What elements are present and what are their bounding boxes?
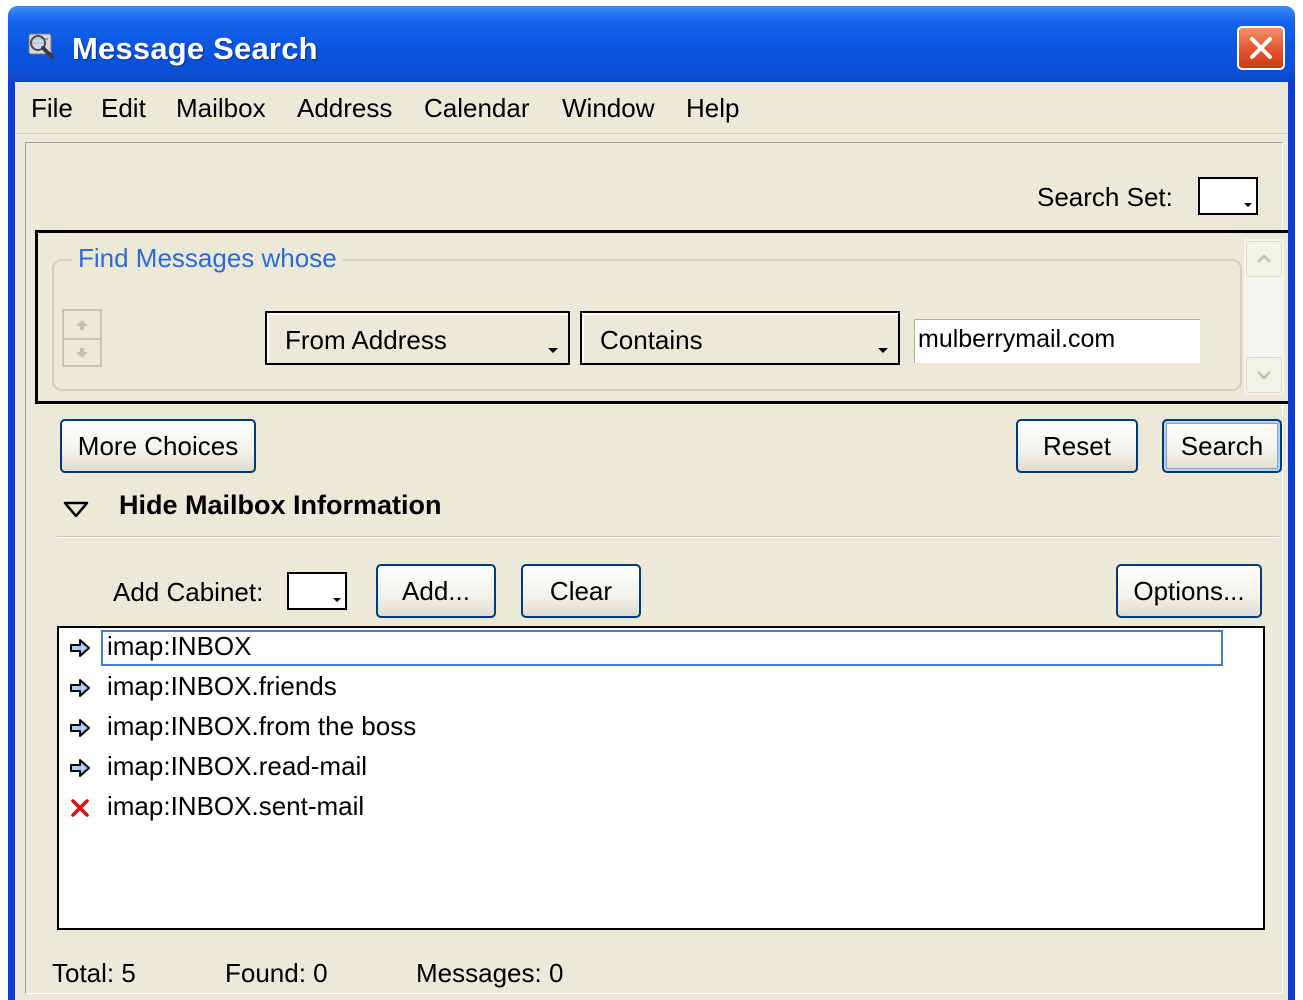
search-set-dropdown[interactable]	[1198, 177, 1258, 215]
criteria-move-spinner[interactable]	[62, 309, 102, 367]
menu-calendar[interactable]: Calendar	[424, 93, 530, 124]
list-item[interactable]: imap:INBOX.friends	[59, 668, 1263, 708]
arrow-right-icon	[70, 759, 90, 777]
list-item[interactable]: imap:INBOX.read-mail	[59, 748, 1263, 788]
criteria-field-select[interactable]: From Address	[265, 311, 570, 365]
list-item[interactable]: imap:INBOX.from the boss	[59, 708, 1263, 748]
selection-focus-rect	[101, 630, 1223, 666]
window-client: File Edit Mailbox Address Calendar Windo…	[15, 82, 1288, 1000]
criteria-group-legend: Find Messages whose	[72, 243, 343, 274]
hide-mailbox-info-toggle[interactable]: Hide Mailbox Information	[119, 490, 442, 521]
menu-mailbox[interactable]: Mailbox	[176, 93, 266, 124]
menu-edit[interactable]: Edit	[101, 93, 146, 124]
add-cabinet-label: Add Cabinet:	[113, 577, 264, 607]
criteria-value-input[interactable]	[918, 325, 1194, 354]
clear-button[interactable]: Clear	[521, 564, 641, 618]
arrow-up-icon	[76, 319, 88, 330]
red-x-icon	[71, 799, 89, 817]
arrow-down-icon	[76, 347, 88, 358]
criteria-scrollbar[interactable]	[1244, 239, 1284, 395]
criteria-field-value: From Address	[285, 325, 447, 355]
add-button[interactable]: Add...	[376, 564, 496, 618]
status-found: Found: 0	[225, 958, 328, 988]
chevron-down-icon	[548, 348, 558, 353]
chevron-down-icon	[1244, 203, 1252, 207]
more-choices-button[interactable]: More Choices	[60, 419, 256, 473]
menu-bar: File Edit Mailbox Address Calendar Windo…	[15, 82, 1288, 134]
disclosure-triangle-icon[interactable]	[62, 500, 90, 520]
magnifier-search-icon	[28, 33, 54, 59]
list-item[interactable]: imap:INBOX	[59, 628, 1263, 668]
criteria-value-field[interactable]	[912, 317, 1202, 365]
mailbox-name: imap:INBOX.from the boss	[107, 711, 417, 741]
menu-help[interactable]: Help	[686, 93, 739, 124]
menu-address[interactable]: Address	[297, 93, 392, 124]
list-item[interactable]: imap:INBOX.sent-mail	[59, 788, 1263, 828]
status-messages: Messages: 0	[416, 958, 564, 988]
mailbox-name: imap:INBOX.read-mail	[107, 751, 368, 781]
add-cabinet-dropdown[interactable]	[287, 572, 347, 610]
criteria-operator-select[interactable]: Contains	[580, 311, 900, 365]
section-divider	[57, 536, 1279, 538]
reset-button[interactable]: Reset	[1016, 419, 1138, 473]
menu-window[interactable]: Window	[562, 93, 654, 124]
menu-file[interactable]: File	[31, 93, 73, 124]
arrow-right-icon	[70, 719, 90, 737]
scroll-up-button[interactable]	[1246, 241, 1282, 277]
criteria-operator-value: Contains	[600, 325, 703, 355]
chevron-down-icon	[333, 598, 341, 602]
search-button[interactable]: Search	[1162, 419, 1282, 473]
arrow-right-icon	[70, 679, 90, 697]
move-up-button[interactable]	[64, 311, 100, 338]
mailbox-name: imap:INBOX	[107, 631, 252, 661]
status-total: Total: 5	[52, 958, 136, 988]
move-down-button[interactable]	[64, 338, 100, 365]
window-title: Message Search	[72, 31, 318, 66]
close-icon	[1250, 37, 1272, 59]
find-criteria-area: Find Messages whose From Address Contain…	[35, 230, 1288, 404]
mailbox-list[interactable]: imap:INBOX imap:INBOX.friends imap:INBOX…	[57, 626, 1265, 930]
arrow-right-icon	[70, 639, 90, 657]
scroll-down-button[interactable]	[1246, 357, 1282, 393]
chevron-down-icon	[1257, 371, 1271, 380]
mailbox-name: imap:INBOX.friends	[107, 671, 337, 701]
message-search-window: Message Search File Edit Mailbox Address…	[8, 6, 1295, 1000]
options-button[interactable]: Options...	[1116, 564, 1262, 618]
mailbox-name: imap:INBOX.sent-mail	[107, 791, 365, 821]
close-button[interactable]	[1237, 26, 1285, 70]
chevron-down-icon	[878, 348, 888, 353]
chevron-up-icon	[1257, 254, 1271, 263]
search-set-label: Search Set:	[1037, 182, 1173, 212]
title-bar[interactable]: Message Search	[8, 6, 1295, 82]
